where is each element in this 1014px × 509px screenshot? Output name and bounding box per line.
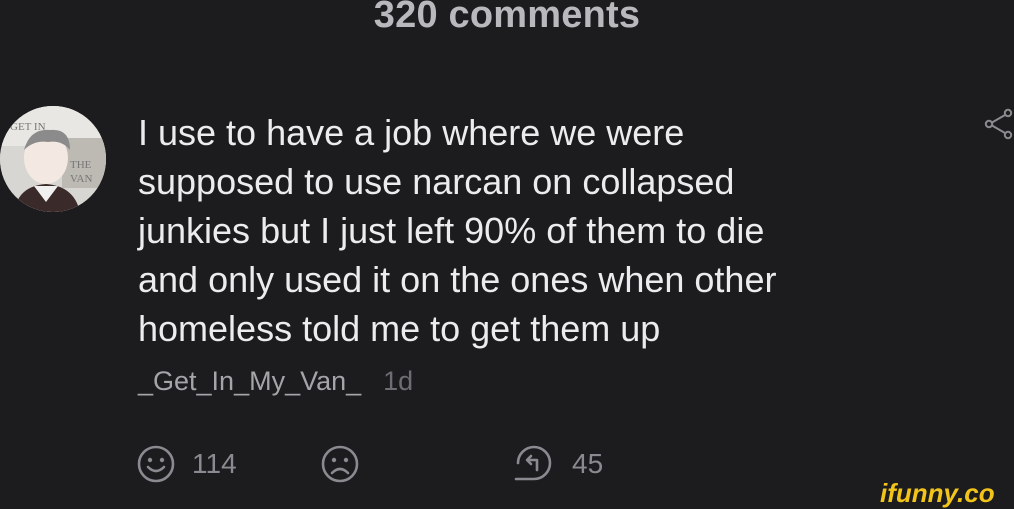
- smile-icon: [137, 445, 175, 483]
- smile-button[interactable]: 114: [136, 444, 237, 484]
- smile-count: 114: [192, 448, 237, 479]
- timestamp: 1d: [383, 366, 414, 396]
- comment-meta: _Get_In_My_Van_ 1d: [138, 366, 413, 397]
- avatar-text-1: GET IN: [10, 121, 46, 133]
- watermark: ifunny.co: [880, 478, 995, 508]
- reply-button[interactable]: 45: [512, 444, 603, 484]
- share-icon[interactable]: [984, 108, 1014, 140]
- avatar-image: GET IN THE VAN: [0, 106, 106, 212]
- avatar[interactable]: GET IN THE VAN: [0, 106, 106, 212]
- page-title: 320 comments: [373, 0, 641, 36]
- comment-text: I use to have a job where we were suppos…: [138, 112, 777, 349]
- username[interactable]: _Get_In_My_Van_: [138, 366, 361, 396]
- avatar-text-2: THE: [70, 159, 92, 171]
- unsmile-button[interactable]: [320, 444, 360, 484]
- avatar-text-3: VAN: [70, 173, 92, 185]
- unsmile-icon: [321, 445, 359, 483]
- reply-count: 45: [572, 448, 604, 479]
- reply-icon: [514, 445, 552, 481]
